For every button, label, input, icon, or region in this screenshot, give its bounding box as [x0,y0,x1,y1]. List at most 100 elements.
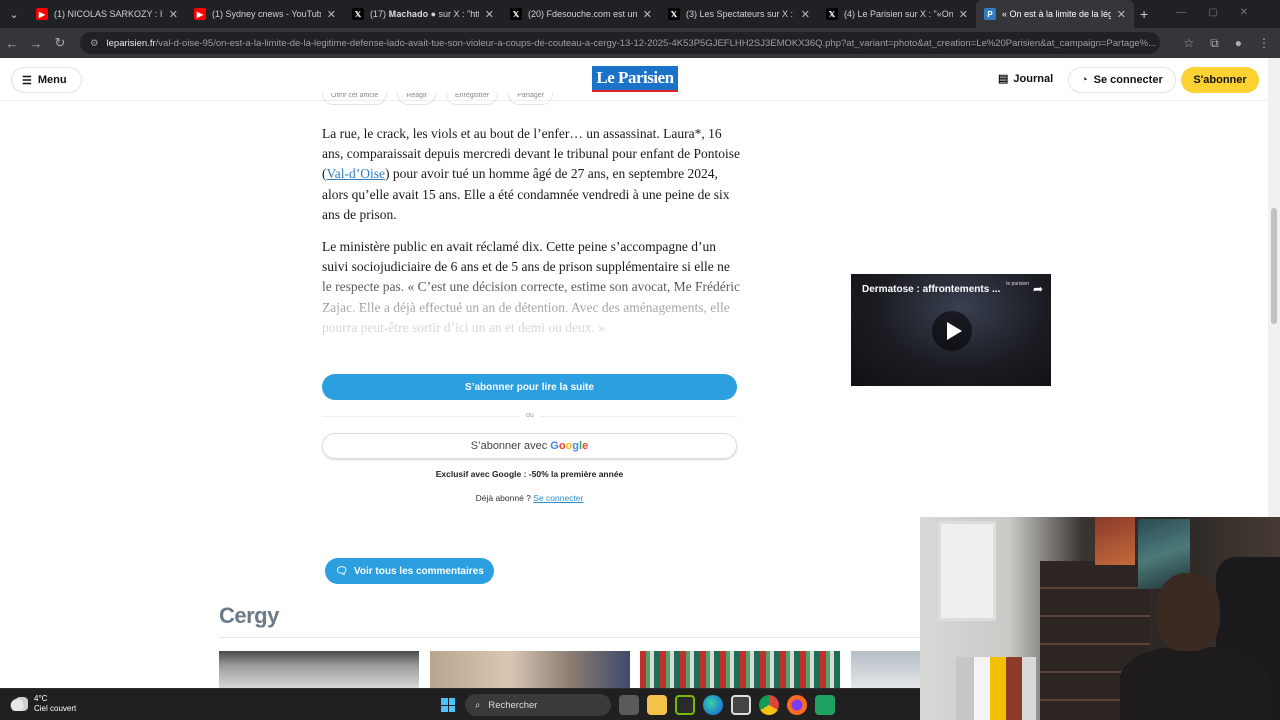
forward-arrow-icon[interactable]: → [24,36,48,51]
temperature: 4°C [34,694,48,703]
extensions-icon[interactable]: ⧉ [1210,36,1219,51]
weather-condition: Ciel couvert [34,704,77,713]
paywall-fade [322,270,742,356]
x-logo-icon: 𝕏 [668,8,680,20]
close-tab-icon[interactable]: ✕ [801,8,810,21]
taskbar-search[interactable]: ⌕ Rechercher [465,694,611,716]
already-subscribed: Déjà abonné ? Se connecter [322,493,737,503]
nvidia-icon[interactable] [675,695,695,715]
google-prefix: S’abonner avec [470,440,548,452]
journal-link[interactable]: ▤ Journal [998,72,1054,86]
address-bar[interactable]: ⚙ leparisien.fr /val-d-oise-95/on-est-a-… [80,32,1160,54]
read-more-label: S’abonner pour lire la suite [465,381,594,393]
window-controls[interactable]: —▢✕ [1176,7,1270,18]
subscribe-button[interactable]: S'abonner [1181,67,1259,93]
subscribe-with-google-button[interactable]: S’abonner avec Google [322,433,737,459]
related-article-thumbnail[interactable] [640,651,840,688]
le-parisien-logo[interactable]: Le Parisien [592,66,678,92]
related-article-thumbnail[interactable] [851,651,920,688]
search-label: Rechercher [488,699,538,711]
tab-title: « On est à la limite de la légitim [1002,9,1111,19]
section-title[interactable]: Cergy [219,603,279,629]
x-logo-icon: 𝕏 [826,8,838,20]
paywall-login-link[interactable]: Se connecter [533,493,583,503]
user-icon: ◔ [1081,74,1088,86]
tab-title: (1) Sydney cnews - YouTube [212,9,321,19]
site-info-icon[interactable]: ⚙ [90,38,99,49]
save-button[interactable]: Enregistrer [445,93,499,105]
share-button[interactable]: Partager [508,93,554,105]
browser-tab-active[interactable]: P « On est à la limite de la légitim ✕ [976,0,1134,28]
app-icon[interactable] [815,695,835,715]
store-icon[interactable] [731,695,751,715]
x-logo-icon: 𝕏 [510,8,522,20]
comment-bubble-icon: 🗨 [335,565,348,577]
firefox-icon[interactable] [787,695,807,715]
browser-tab-4[interactable]: 𝕏 (20) Fdesouche.com est une re ✕ [502,0,660,28]
already-text: Déjà abonné ? [475,493,531,503]
youtube-icon: ▶ [194,8,206,20]
related-article-thumbnail[interactable] [219,651,419,688]
close-tab-icon[interactable]: ✕ [643,8,652,21]
new-tab-plus-icon[interactable]: + [1140,6,1148,22]
share-icon[interactable]: ➦ [1033,282,1043,296]
comments-label: Voir tous les commentaires [353,565,484,577]
close-tab-icon[interactable]: ✕ [959,8,968,21]
task-view-icon[interactable] [619,695,639,715]
site-header: ☰ Menu Le Parisien ▤ Journal ◔ Se connec… [0,58,1268,101]
login-button[interactable]: ◔ Se connecter [1068,67,1176,93]
browser-tab-1[interactable]: ▶ (1) NICOLAS SARKOZY : INTERV ✕ [28,0,186,28]
val-d-oise-link[interactable]: Val-d’Oise [327,166,385,181]
video-brand: le parisien [1006,281,1029,287]
close-tab-icon[interactable]: ✕ [485,8,494,21]
webcam-overlay [920,517,1280,720]
close-tab-icon[interactable]: ✕ [169,8,178,21]
webcam-person-body [1120,647,1270,720]
webcam-person-head [1156,573,1220,651]
view-comments-button[interactable]: 🗨 Voir tous les commentaires [325,558,494,584]
browser-tab-6[interactable]: 𝕏 (4) Le Parisien sur X : "«On est à ✕ [818,0,976,28]
browser-tab-3[interactable]: 𝕏 (17) 𝐌𝐚𝐜𝐡𝐚𝐝𝐨 ● sur X : "https: ✕ [344,0,502,28]
browser-tab-2[interactable]: ▶ (1) Sydney cnews - YouTube ✕ [186,0,344,28]
journal-label: Journal [1013,72,1054,85]
x-logo-icon: 𝕏 [352,8,364,20]
react-button[interactable]: Réagir [397,93,436,105]
browser-tab-5[interactable]: 𝕏 (3) Les Spectateurs sur X : "« Sa ✕ [660,0,818,28]
logo-text: Le Parisien [596,68,674,87]
close-tab-icon[interactable]: ✕ [327,8,336,21]
hamburger-menu-icon: ☰ [22,74,32,87]
url-path: /val-d-oise-95/on-est-a-la-limite-de-la-… [155,37,1157,49]
bookmark-star-icon[interactable]: ☆ [1183,36,1194,51]
related-article-thumbnail[interactable] [430,651,630,688]
gift-article-button[interactable]: Offrir cet article [322,93,388,105]
profile-icon[interactable]: ● [1235,36,1242,51]
play-button[interactable] [932,311,972,351]
close-tab-icon[interactable]: ✕ [1117,8,1126,21]
scrollbar-thumb[interactable] [1271,208,1277,324]
more-options-icon[interactable]: ⋮ [1258,36,1270,51]
edge-icon[interactable] [703,695,723,715]
weather-widget[interactable]: 4°C Ciel couvert [10,694,76,714]
browser-toolbar: ← → ↻ ⚙ leparisien.fr /val-d-oise-95/on-… [0,28,1280,58]
cloud-icon [10,697,28,711]
tab-search-chevron-icon[interactable]: ⌄ [0,0,28,28]
reload-icon[interactable]: ↻ [48,35,72,51]
webcam-bottles [956,657,1036,720]
video-player[interactable]: Dermatose : affrontements ... le parisie… [851,274,1051,386]
windows-start-icon[interactable] [441,698,455,712]
article-paragraph-1: La rue, le crack, les viols et au bout d… [322,124,742,225]
chrome-icon[interactable] [759,695,779,715]
google-wordmark: Google [550,440,589,452]
menu-button[interactable]: ☰ Menu [11,67,82,93]
subscribe-to-read-button[interactable]: S’abonner pour lire la suite [322,374,737,400]
google-offer-text: Exclusif avec Google : -50% la première … [435,469,624,479]
url-domain: leparisien.fr [106,37,156,49]
tab-title: (4) Le Parisien sur X : "«On est à [844,9,953,19]
newspaper-icon: ▤ [998,73,1009,85]
article-tools: Offrir cet article Réagir Enregistrer Pa… [322,93,554,107]
le-parisien-favicon-icon: P [984,8,996,20]
browser-tab-strip: ⌄ ▶ (1) NICOLAS SARKOZY : INTERV ✕ ▶ (1)… [0,0,1280,28]
file-explorer-icon[interactable] [647,695,667,715]
search-icon: ⌕ [475,699,481,711]
back-arrow-icon[interactable]: ← [0,36,24,51]
